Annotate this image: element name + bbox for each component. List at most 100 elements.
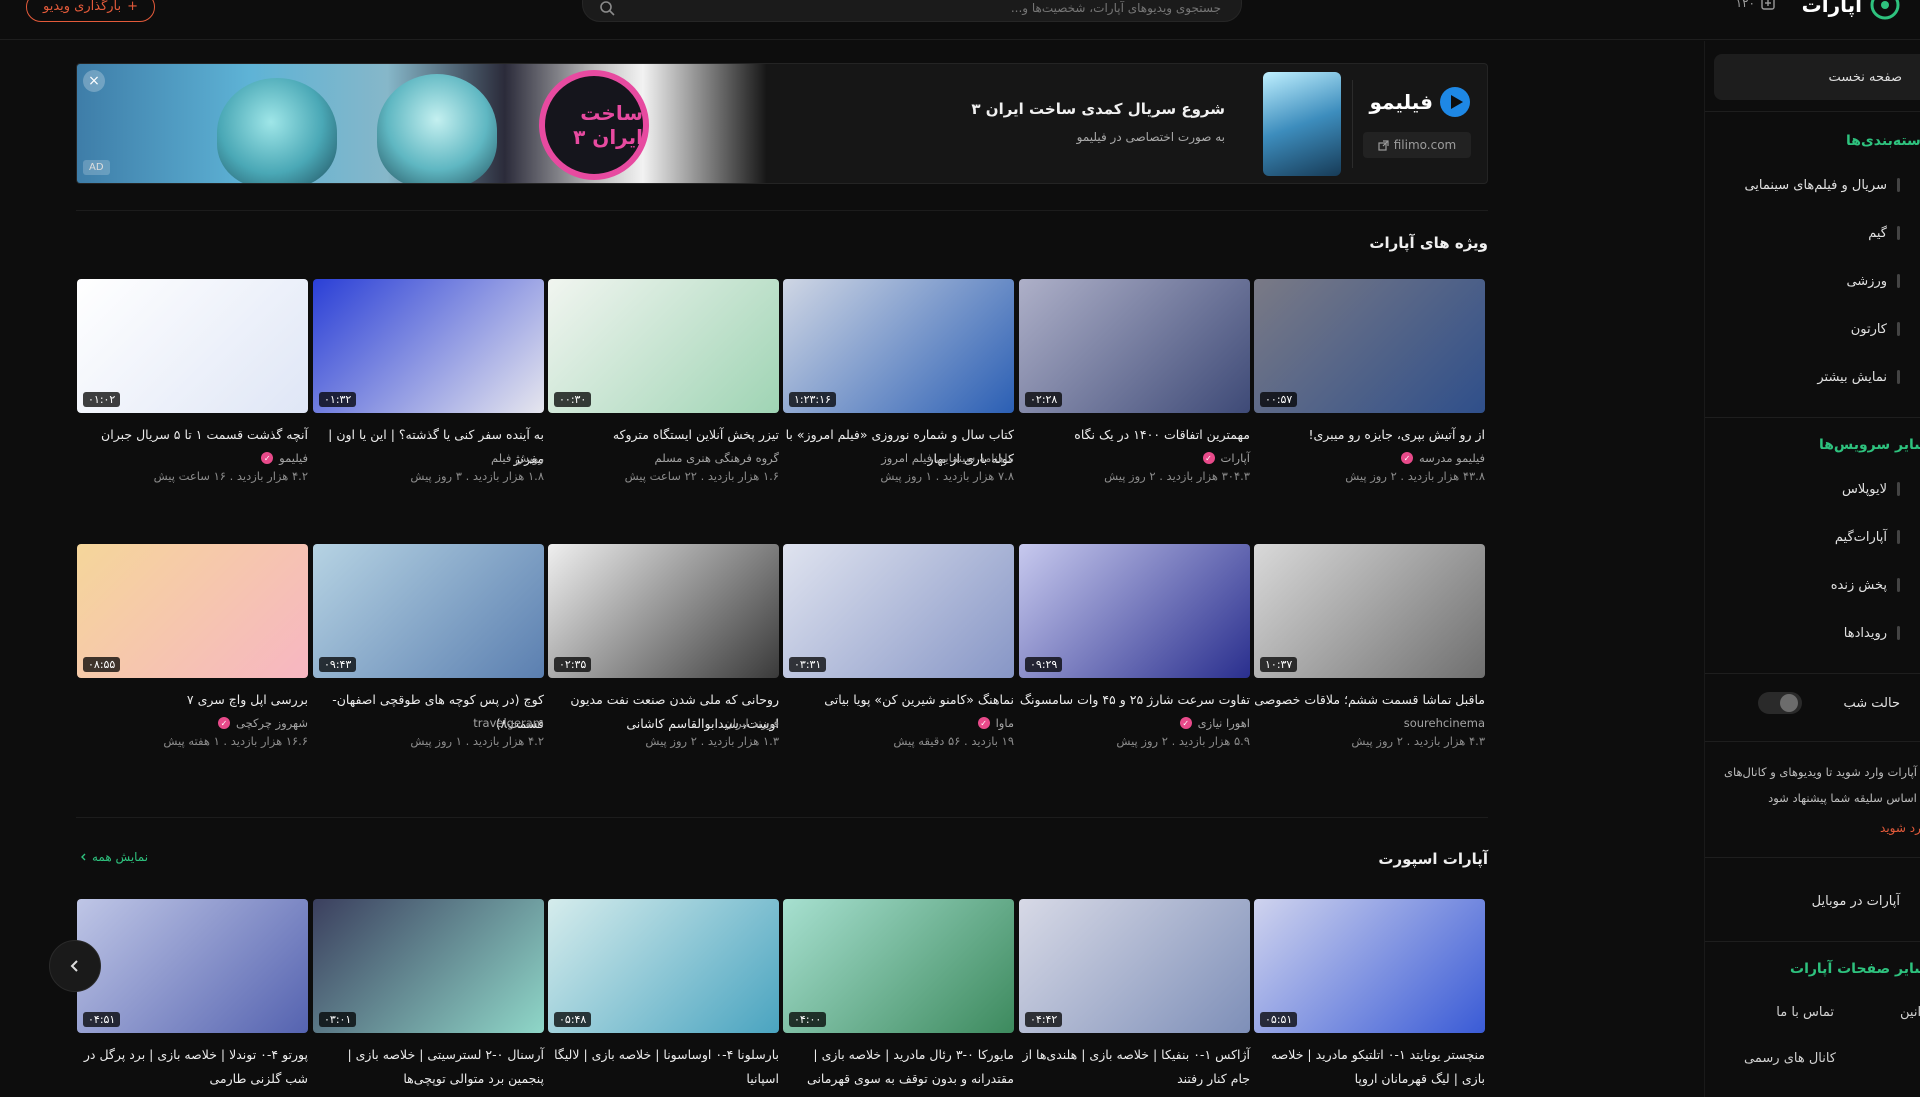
video-title[interactable]: آرسنال ۰-۲ لسترسیتی | خلاصه بازی | پنجمی… — [313, 1043, 544, 1086]
video-title[interactable]: به آینده سفر کنی یا گذشته؟ | این یا اون … — [313, 423, 544, 466]
footer-link-rules[interactable]: قوانین — [1900, 1005, 1920, 1020]
video-title[interactable]: پورتو ۴-۰ توندلا | خلاصه بازی | برد پرگل… — [77, 1043, 308, 1086]
video-card[interactable]: ۰۴:۰۰ مایورکا ۰-۳ رئال مادرید | خلاصه باز… — [783, 899, 1014, 1086]
video-title[interactable]: تفاوت سرعت شارژ ۲۵ و ۴۵ وات سامسونگ — [1019, 688, 1250, 712]
upload-video-button[interactable]: + بارگذاری ویدیو — [26, 0, 156, 22]
video-title[interactable]: از رو آتیش بپری، جایزه رو میبری! — [1254, 423, 1485, 447]
video-card[interactable]: ۱۰:۳۷ ماقبل تماشا قسمت ششم؛ ملاقات خصوصی s… — [1254, 544, 1485, 748]
search-input[interactable] — [641, 0, 1241, 23]
sidebar-item-marker — [1897, 226, 1900, 240]
video-title[interactable]: کوچ (در پس کوچه های طوقچی اصفهان- قسمت۸) — [313, 688, 544, 731]
sidebar-item-cartoon[interactable]: کارتون — [1851, 311, 1900, 347]
video-card[interactable]: ۰۵:۵۱ منچستر یونایتد ۱-۰ اتلتیکو مادرید |… — [1254, 899, 1485, 1086]
video-thumbnail[interactable]: ۰۵:۴۸ — [548, 899, 779, 1033]
video-card[interactable]: ۰۳:۰۱ آرسنال ۰-۲ لسترسیتی | خلاصه بازی | … — [313, 899, 544, 1086]
video-title[interactable]: تیزر پخش آنلاین ایستگاه متروکه — [548, 423, 779, 447]
video-title[interactable]: آنچه گذشت قسمت ۱ تا ۵ سریال جبران — [77, 423, 308, 447]
sidebar-item-aparat-game[interactable]: آپارات‌گیم — [1835, 519, 1900, 555]
video-card[interactable]: ۰۰:۳۰ تیزر پخش آنلاین ایستگاه متروکه گروه … — [548, 279, 779, 483]
video-thumbnail[interactable]: ۱۰:۳۷ — [1254, 544, 1485, 678]
ad-external-link[interactable]: filimo.com — [1363, 132, 1471, 158]
video-channel[interactable]: رویش فیلم — [313, 451, 544, 465]
video-thumbnail[interactable]: ۰۱:۰۲ — [77, 279, 308, 413]
video-meta: ۱.۳ هزار بازدید . ۲ روز پیش — [548, 734, 779, 748]
video-title[interactable]: مهمترین اتفاقات ۱۴۰۰ در یک نگاه — [1019, 423, 1250, 447]
see-all-link[interactable]: نمایش همه — [80, 850, 148, 864]
video-duration: ۰۹:۲۹ — [1025, 657, 1063, 672]
credits-counter[interactable]: ۱۲۰ — [1736, 0, 1775, 10]
carousel-prev-button[interactable] — [49, 940, 101, 992]
video-card[interactable]: ۱:۲۳:۱۶ کتاب سال و شماره نوروزی «فیلم امر… — [783, 279, 1014, 483]
search-icon[interactable] — [599, 0, 615, 16]
video-thumbnail[interactable]: ۰۴:۴۲ — [1019, 899, 1250, 1033]
video-card[interactable]: ۰۲:۲۸ مهمترین اتفاقات ۱۴۰۰ در یک نگاه آپار… — [1019, 279, 1250, 483]
ad-banner[interactable]: ساخت ایران ۳ × AD شروع سریال کمدی ساخت ا… — [76, 63, 1488, 184]
video-card[interactable]: ۰۰:۵۷ از رو آتیش بپری، جایزه رو میبری! فیل… — [1254, 279, 1485, 483]
sidebar-item-liveplus[interactable]: لایوپلاس — [1842, 471, 1900, 507]
video-card[interactable]: ۰۸:۵۵ بررسی اپل واچ سری ۷ شهروز چرکچی ✓ ۱۶.۶… — [77, 544, 308, 748]
video-channel[interactable]: ماوا ✓ — [783, 716, 1014, 730]
sidebar-item-events[interactable]: رویدادها — [1844, 615, 1900, 651]
video-thumbnail[interactable]: ۰۴:۵۱ — [77, 899, 308, 1033]
video-card[interactable]: ۰۹:۲۹ تفاوت سرعت شارژ ۲۵ و ۴۵ وات سامسونگ… — [1019, 544, 1250, 748]
video-card[interactable]: ۰۳:۳۱ نماهنگ «کامنو شیرین کن» پویا بیاتی م… — [783, 544, 1014, 748]
video-title[interactable]: روحانی که ملی شدن صنعت نفت مدیون اوست، س… — [548, 688, 779, 731]
video-views: ۱۹ بازدید — [971, 734, 1014, 748]
video-title[interactable]: بارسلونا ۴-۰ اوساسونا | خلاصه بازی | لال… — [548, 1043, 779, 1086]
video-card[interactable]: ۰۵:۴۸ بارسلونا ۴-۰ اوساسونا | خلاصه بازی … — [548, 899, 779, 1086]
close-icon[interactable]: × — [83, 70, 105, 92]
video-thumbnail[interactable]: ۰۰:۵۷ — [1254, 279, 1485, 413]
video-channel[interactable]: شهروز چرکچی ✓ — [77, 716, 308, 730]
video-channel[interactable]: فیلیمو مدرسه ✓ — [1254, 451, 1485, 465]
sidebar-item-movies[interactable]: سریال و فیلم‌های سینمایی — [1744, 167, 1900, 203]
login-link[interactable]: وارد شوید — [1880, 821, 1920, 835]
video-thumbnail[interactable]: ۰۴:۰۰ — [783, 899, 1014, 1033]
video-channel[interactable]: گروه فرهنگی هنری مسلم — [548, 451, 779, 465]
sidebar-item-sport[interactable]: ورزشی — [1846, 263, 1900, 299]
video-thumbnail[interactable]: ۰۳:۰۱ — [313, 899, 544, 1033]
video-title[interactable]: نماهنگ «کامنو شیرین کن» پویا بیاتی — [783, 688, 1014, 712]
video-thumbnail[interactable]: ۰۰:۳۰ — [548, 279, 779, 413]
footer-link-contact[interactable]: تماس با ما — [1776, 1005, 1834, 1020]
video-meta: ۷.۸ هزار بازدید . ۱ روز پیش — [783, 469, 1014, 483]
video-thumbnail[interactable]: ۰۲:۳۵ — [548, 544, 779, 678]
video-card[interactable]: ۰۹:۴۳ کوچ (در پس کوچه های طوقچی اصفهان- ق… — [313, 544, 544, 748]
video-thumbnail[interactable]: ۰۱:۳۲ — [313, 279, 544, 413]
video-title[interactable]: کتاب سال و شماره نوروزی «فیلم امروز» با … — [783, 423, 1014, 466]
sidebar-item-home[interactable]: صفحه نخست — [1714, 54, 1920, 100]
sidebar-item-show-more[interactable]: نمایش بیشتر — [1817, 359, 1900, 395]
search-bar[interactable] — [582, 0, 1242, 23]
video-channel[interactable]: آپارات ✓ — [1019, 451, 1250, 465]
sidebar-item-mobile[interactable]: آپارات در موبایل — [1812, 883, 1900, 919]
video-card[interactable]: ۰۴:۵۱ پورتو ۴-۰ توندلا | خلاصه بازی | برد… — [77, 899, 308, 1086]
video-thumbnail[interactable]: ۰۹:۴۳ — [313, 544, 544, 678]
video-thumbnail[interactable]: ۱:۲۳:۱۶ — [783, 279, 1014, 413]
video-thumbnail[interactable]: ۰۳:۳۱ — [783, 544, 1014, 678]
video-card[interactable]: ۰۴:۴۲ آژاکس ۱-۰ بنفیکا | خلاصه بازی | هلن… — [1019, 899, 1250, 1086]
sidebar-item-live[interactable]: پخش زنده — [1831, 567, 1900, 603]
video-thumbnail[interactable]: ۰۸:۵۵ — [77, 544, 308, 678]
video-channel[interactable]: اهورا نیازی ✓ — [1019, 716, 1250, 730]
dark-mode-toggle[interactable] — [1758, 692, 1802, 714]
sidebar-item-game[interactable]: گیم — [1868, 215, 1900, 251]
video-title[interactable]: آژاکس ۱-۰ بنفیکا | خلاصه بازی | هلندی‌ها… — [1019, 1043, 1250, 1086]
ad-actor-image — [217, 78, 337, 183]
footer-link-official-channels[interactable]: کانال های رسمی — [1744, 1051, 1836, 1066]
video-channel[interactable]: فیلیمو ✓ — [77, 451, 308, 465]
video-title[interactable]: ماقبل تماشا قسمت ششم؛ ملاقات خصوصی — [1254, 688, 1485, 712]
ad-title[interactable]: شروع سریال کمدی ساخت ایران ۳ — [971, 100, 1225, 118]
video-thumbnail[interactable]: ۰۹:۲۹ — [1019, 544, 1250, 678]
video-card[interactable]: ۰۱:۰۲ آنچه گذشت قسمت ۱ تا ۵ سریال جبران فی… — [77, 279, 308, 483]
video-title[interactable]: مایورکا ۰-۳ رئال مادرید | خلاصه بازی | م… — [783, 1043, 1014, 1086]
video-title[interactable]: بررسی اپل واچ سری ۷ — [77, 688, 308, 712]
video-channel[interactable]: travelgeram — [313, 716, 544, 730]
video-thumbnail[interactable]: ۰۵:۵۱ — [1254, 899, 1485, 1033]
video-channel[interactable]: sourehcinema — [1254, 716, 1485, 730]
aparat-logo[interactable]: آپارات — [1802, 0, 1900, 20]
video-channel[interactable]: ماهنامه سینمایی فیلم امروز — [783, 451, 1014, 465]
video-card[interactable]: ۰۲:۳۵ روحانی که ملی شدن صنعت نفت مدیون او… — [548, 544, 779, 748]
video-views: ۱.۸ هزار بازدید — [472, 469, 544, 483]
video-title[interactable]: منچستر یونایتد ۱-۰ اتلتیکو مادرید | خلاص… — [1254, 1043, 1485, 1086]
video-card[interactable]: ۰۱:۳۲ به آینده سفر کنی یا گذشته؟ | این یا… — [313, 279, 544, 483]
video-thumbnail[interactable]: ۰۲:۲۸ — [1019, 279, 1250, 413]
